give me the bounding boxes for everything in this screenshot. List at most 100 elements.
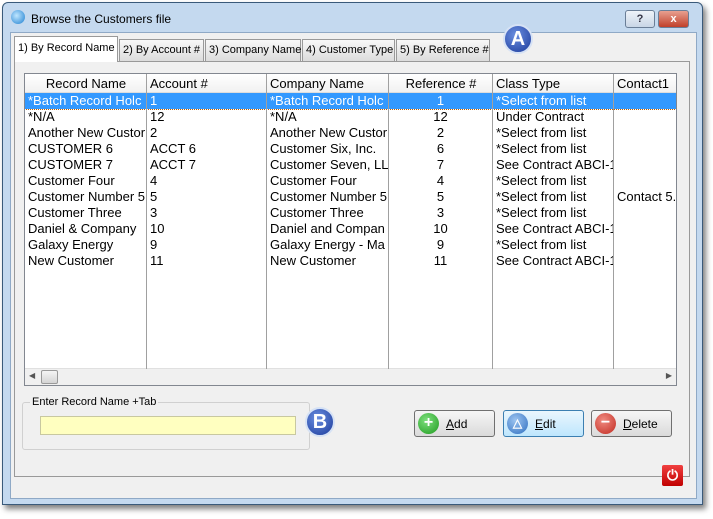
cell-account: 5 <box>150 189 158 204</box>
cell-reference: 1 <box>436 93 445 108</box>
cell-account: 12 <box>150 109 165 124</box>
cell-class-type: *Select from list <box>496 205 587 220</box>
cell-reference: 11 <box>433 253 448 268</box>
cell-account: ACCT 7 <box>150 157 196 172</box>
window-title: Browse the Customers file <box>31 12 172 26</box>
callout-badge-b: B <box>305 407 335 437</box>
tab-by-record-name[interactable]: 1) By Record Name <box>14 36 118 62</box>
plus-icon: + <box>418 413 439 434</box>
table-row[interactable]: *N/A 12 *N/A 12 Under Contract <box>25 109 676 125</box>
cell-reference: 4 <box>436 173 445 188</box>
table-row[interactable]: Customer Three 3 Customer Three 3 *Select fr… <box>25 205 676 221</box>
edit-accel: E <box>535 417 544 431</box>
close-button[interactable]: x <box>658 10 689 28</box>
cell-class-type: *Select from list <box>496 237 587 252</box>
cell-reference: 3 <box>436 205 445 220</box>
cell-record-name: Customer Number 5 <box>28 189 146 204</box>
cell-account: 10 <box>150 221 165 236</box>
table-row[interactable]: Galaxy Energy 9 Galaxy Energy - Ma 9 *Select… <box>25 237 676 253</box>
cell-account: ACCT 6 <box>150 141 196 156</box>
cell-class-type: *Select from list <box>496 189 587 204</box>
record-name-input[interactable] <box>40 416 296 435</box>
cell-record-name: Another New Custor <box>28 125 146 140</box>
table-row[interactable]: Customer Four 4 Customer Four 4 *Select from… <box>25 173 676 189</box>
cell-class-type: See Contract ABCI-1 <box>496 221 613 236</box>
cell-class-type: *Select from list <box>496 93 587 108</box>
help-button[interactable]: ? <box>625 10 655 28</box>
cell-class-type: *Select from list <box>496 125 587 140</box>
cell-account: 2 <box>150 125 158 140</box>
cell-reference: 6 <box>436 141 445 156</box>
delete-accel: D <box>623 417 632 431</box>
cell-reference: 10 <box>433 221 448 236</box>
cell-record-name: Daniel & Company <box>28 221 137 236</box>
tab-by-account[interactable]: 2) By Account # <box>119 39 204 61</box>
add-accel: A <box>446 417 455 431</box>
scroll-left-icon[interactable]: ◀ <box>29 371 35 380</box>
table-row[interactable]: CUSTOMER 6 ACCT 6 Customer Six, Inc. 6 *Sele… <box>25 141 676 157</box>
scroll-thumb[interactable] <box>41 370 58 384</box>
column-header-company-name[interactable]: Company Name <box>267 74 389 93</box>
cell-company-name: *N/A <box>270 109 297 124</box>
cell-record-name: *Batch Record Holc <box>28 93 142 108</box>
edit-button[interactable]: △ Edit <box>503 410 584 437</box>
cell-company-name: Another New Custor <box>270 125 388 140</box>
app-icon <box>11 10 25 24</box>
cell-company-name: Customer Number 5 <box>270 189 388 204</box>
cell-company-name: Customer Three <box>270 205 364 220</box>
add-button[interactable]: + Add <box>414 410 495 437</box>
power-exit-button[interactable]: ⏻ <box>662 465 683 486</box>
cell-reference: 2 <box>436 125 445 140</box>
search-label: Enter Record Name +Tab <box>30 396 159 408</box>
cell-reference: 5 <box>436 189 445 204</box>
column-divider <box>266 74 267 369</box>
column-header-contact1[interactable]: Contact1 <box>614 74 676 93</box>
cell-class-type: *Select from list <box>496 141 587 156</box>
tab-company-name[interactable]: 3) Company Name <box>205 39 301 61</box>
scroll-right-icon[interactable]: ▶ <box>666 371 672 380</box>
cell-reference: 12 <box>433 109 448 124</box>
cell-company-name: *Batch Record Holc <box>270 93 384 108</box>
column-divider <box>492 74 493 369</box>
tab-customer-type[interactable]: 4) Customer Type <box>302 39 395 61</box>
column-divider <box>613 74 614 369</box>
edit-label: dit <box>543 417 556 431</box>
add-label: dd <box>454 417 468 431</box>
cell-class-type: *Select from list <box>496 173 587 188</box>
delete-button[interactable]: − Delete <box>591 410 672 437</box>
cell-account: 11 <box>150 253 164 268</box>
cell-record-name: Customer Four <box>28 173 115 188</box>
cell-class-type: See Contract ABCI-1 <box>496 253 613 268</box>
cell-record-name: Customer Three <box>28 205 122 220</box>
table-row[interactable]: *Batch Record Holc 1 *Batch Record Holc 1 *S… <box>25 92 676 110</box>
cell-account: 1 <box>150 93 158 108</box>
column-divider <box>146 74 147 369</box>
minus-icon: − <box>595 413 616 434</box>
column-header-record-name[interactable]: Record Name <box>25 74 147 93</box>
column-header-account[interactable]: Account # <box>147 74 267 93</box>
cell-record-name: *N/A <box>28 109 55 124</box>
callout-badge-a: A <box>503 24 533 54</box>
table-row[interactable]: Another New Custor 2 Another New Custor 2 *S… <box>25 125 676 141</box>
cell-account: 9 <box>150 237 158 252</box>
column-header-reference[interactable]: Reference # <box>389 74 493 93</box>
cell-company-name: Daniel and Compan <box>270 221 385 236</box>
column-header-class-type[interactable]: Class Type <box>493 74 614 93</box>
customers-grid[interactable]: New Customer 11 New Customer 11 See Contract… <box>24 73 677 386</box>
horizontal-scrollbar[interactable]: ◀ ▶ <box>25 368 676 385</box>
table-row[interactable]: Daniel & Company 10 Daniel and Compan 10 See… <box>25 221 676 237</box>
table-row[interactable]: Customer Number 5 5 Customer Number 5 5 *Sel… <box>25 189 676 205</box>
table-row[interactable]: New Customer 11 New Customer 11 See Contract… <box>25 253 676 269</box>
cell-reference: 9 <box>436 237 445 252</box>
edit-triangle-icon: △ <box>507 413 528 434</box>
cell-company-name: Customer Seven, LL <box>270 157 388 172</box>
cell-class-type: Under Contract <box>496 109 585 124</box>
tab-by-reference[interactable]: 5) By Reference # <box>396 39 490 61</box>
cell-company-name: Customer Four <box>270 173 357 188</box>
delete-label: elete <box>631 417 658 431</box>
column-divider <box>388 74 389 369</box>
cell-contact1: Contact 5. <box>617 189 675 204</box>
table-row[interactable]: CUSTOMER 7 ACCT 7 Customer Seven, LL 7 See C… <box>25 157 676 173</box>
cell-company-name: New Customer <box>270 253 356 268</box>
cell-class-type: See Contract ABCI-1 <box>496 157 613 172</box>
